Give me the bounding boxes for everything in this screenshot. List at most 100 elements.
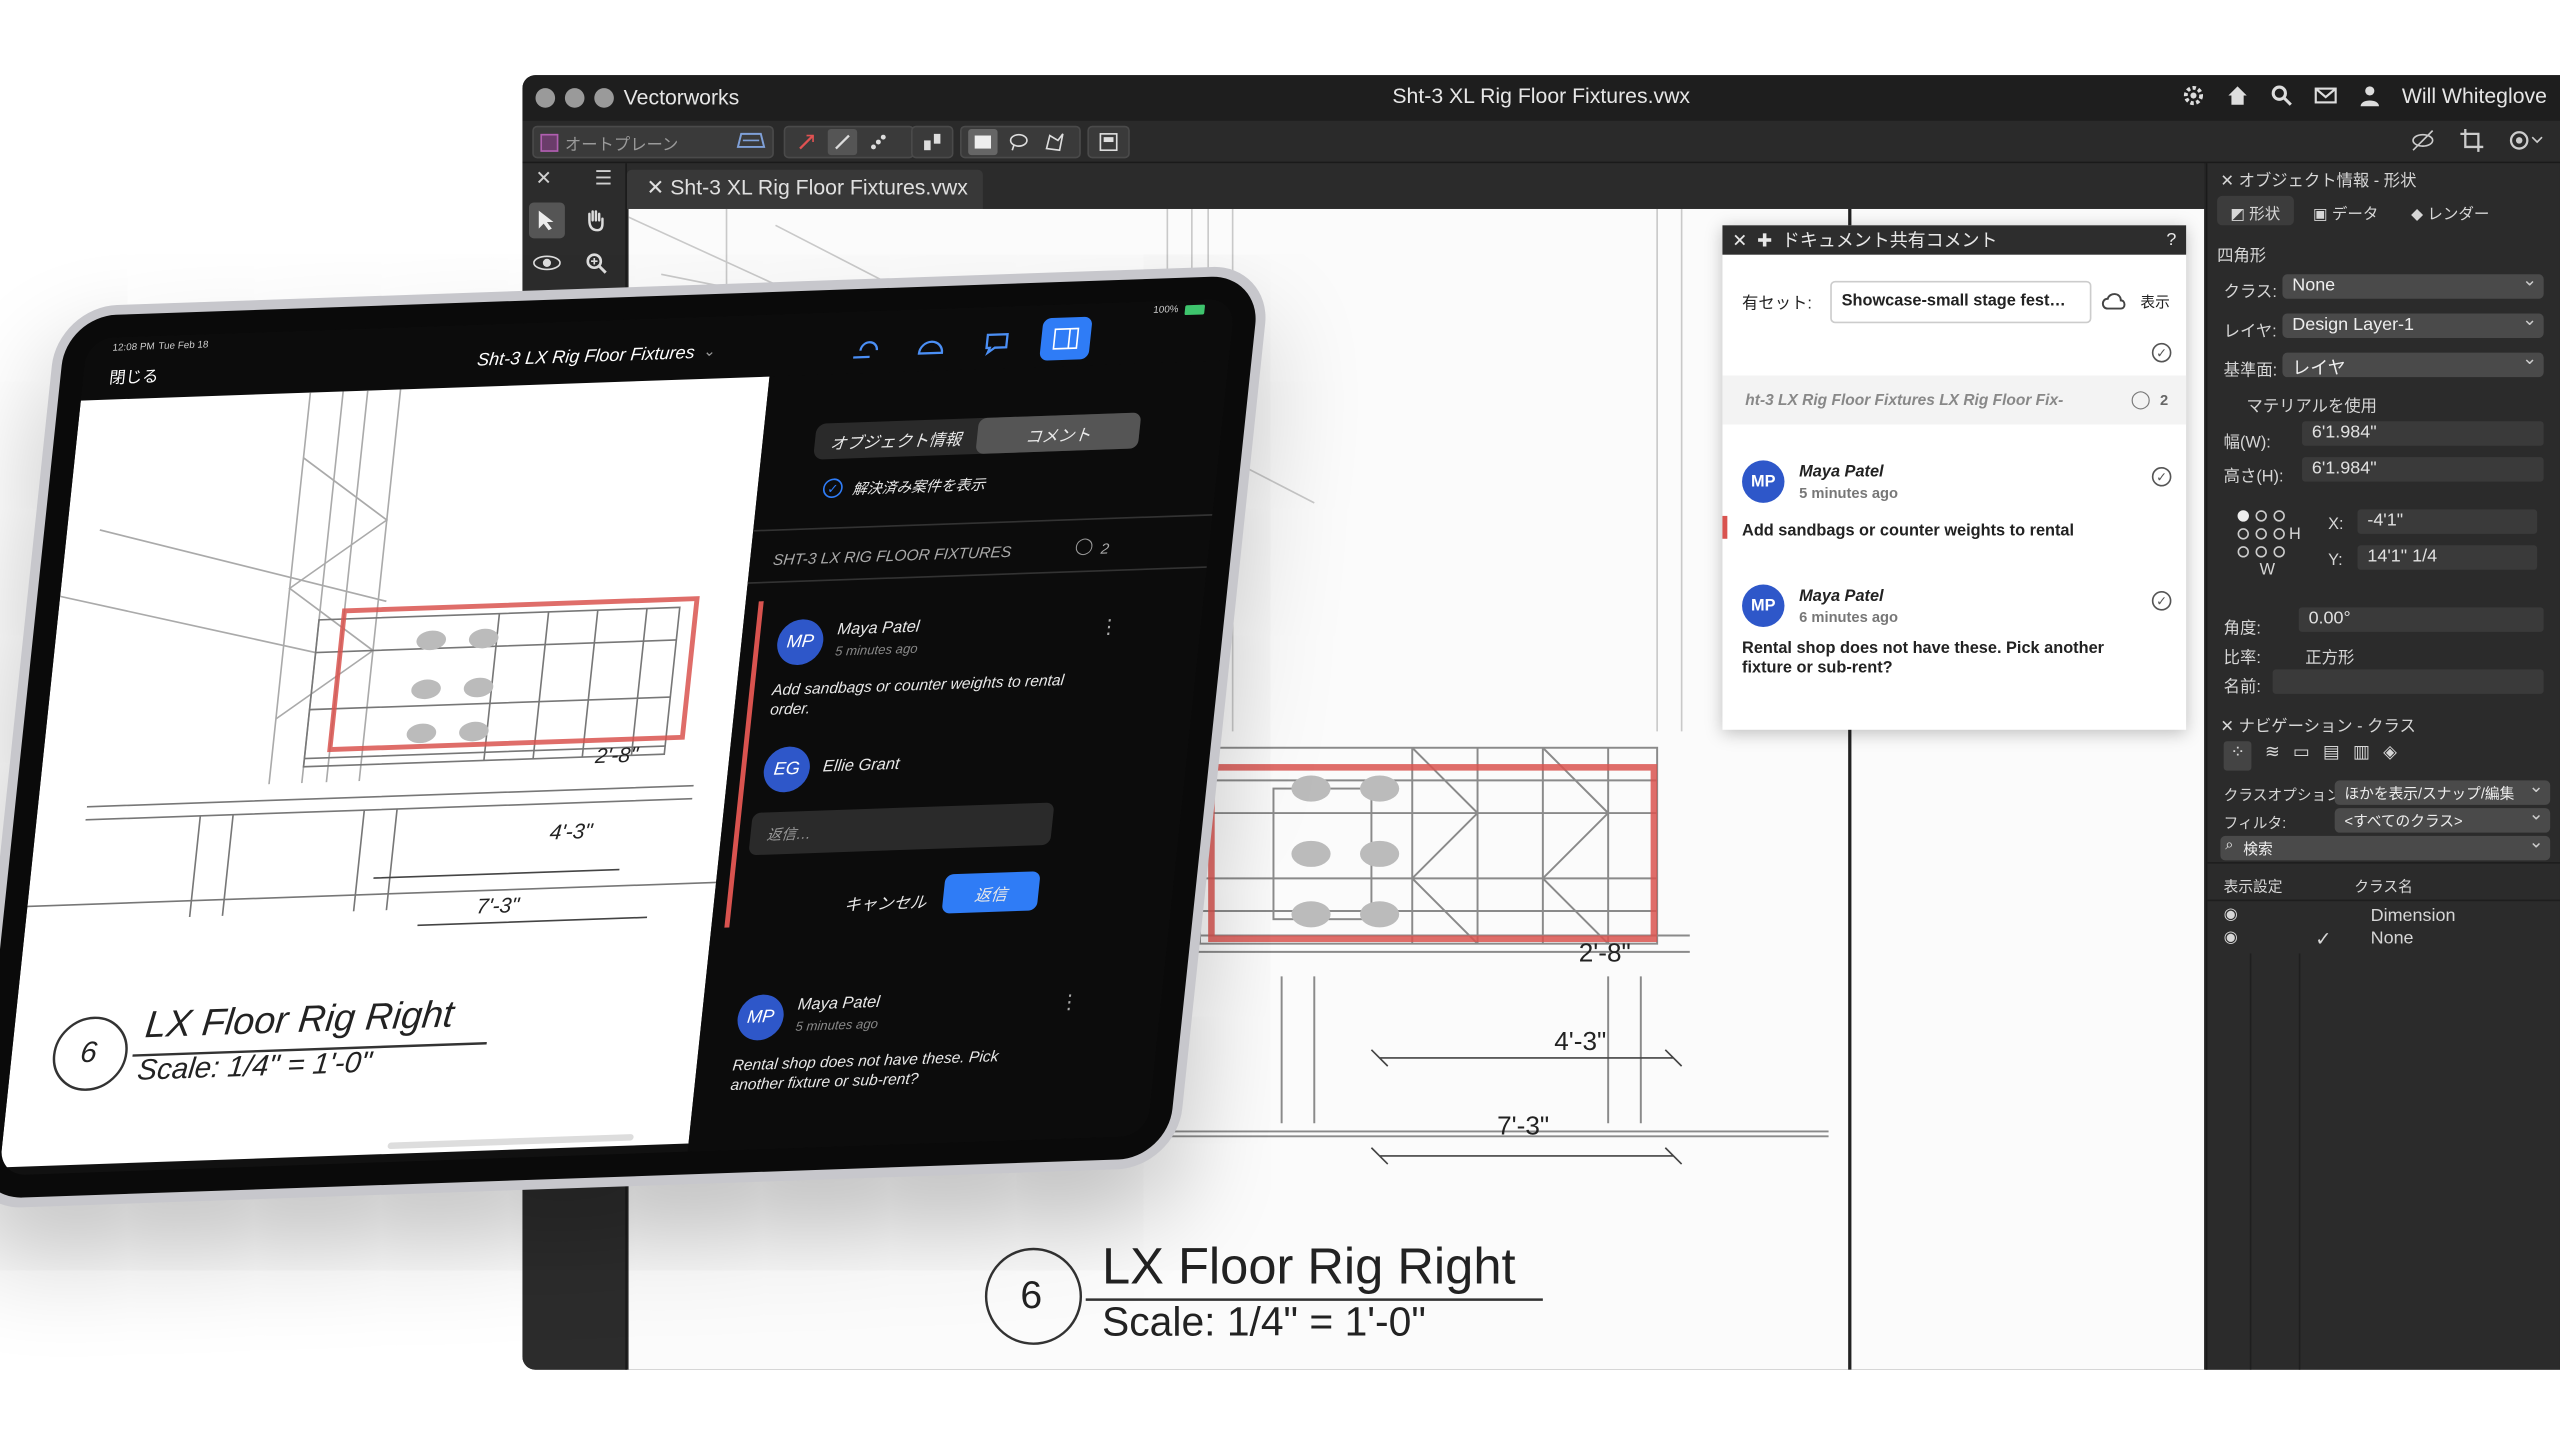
x-field[interactable]: -4'1" bbox=[2357, 509, 2538, 534]
classes-icon[interactable]: ⁘ bbox=[2223, 741, 2252, 771]
saved-views-icon[interactable]: ▥ bbox=[2353, 741, 2370, 770]
flyover-icon bbox=[533, 255, 561, 271]
eye-icon[interactable]: ◉ bbox=[2224, 906, 2238, 924]
filter-select[interactable]: <すべてのクラス> bbox=[2334, 803, 2551, 833]
tab-data[interactable]: ▣ データ bbox=[2300, 196, 2392, 225]
resolve-check-icon[interactable]: ✓ bbox=[2151, 466, 2172, 487]
planar-label[interactable]: オートプレーン bbox=[565, 130, 678, 154]
lasso-icon[interactable] bbox=[1004, 129, 1033, 155]
home-icon[interactable] bbox=[2226, 83, 2250, 107]
user-name[interactable]: Will Whiteglove bbox=[2402, 83, 2547, 107]
view-icon[interactable] bbox=[915, 331, 947, 358]
poly-select-icon[interactable] bbox=[1040, 129, 1069, 155]
send-button[interactable]: 返信 bbox=[941, 871, 1041, 914]
sheet-layers-icon[interactable]: ▭ bbox=[2293, 741, 2310, 770]
add-icon[interactable]: ✚ bbox=[1757, 229, 1772, 251]
column-divider bbox=[2298, 953, 2301, 1370]
col-classname-header[interactable]: クラス名 bbox=[2354, 875, 2412, 896]
gear-icon[interactable] bbox=[2181, 83, 2205, 107]
close-icon[interactable]: ✕ bbox=[536, 167, 552, 193]
snap-points-icon[interactable] bbox=[864, 129, 893, 155]
ipad-drawing[interactable]: 2'-8" 4'-3" 7'-3" 6 LX Floor Rig Right S… bbox=[0, 376, 770, 1168]
cancel-button[interactable]: キャンセル bbox=[843, 888, 928, 916]
snap-grid-icon[interactable] bbox=[919, 129, 945, 155]
working-plane-icon[interactable] bbox=[736, 131, 766, 152]
width-field[interactable]: 6'1.984" bbox=[2302, 421, 2544, 446]
comment-icon[interactable] bbox=[981, 329, 1013, 356]
name-field[interactable] bbox=[2272, 669, 2544, 694]
layers-icon[interactable]: ≋ bbox=[2265, 741, 2280, 770]
sidebar-toggle-button[interactable] bbox=[1039, 316, 1093, 361]
snap-line-icon[interactable] bbox=[827, 128, 858, 156]
snap-arrow-icon[interactable] bbox=[792, 129, 821, 155]
class-option-select[interactable]: ほかを表示/スナップ/編集 bbox=[2334, 776, 2551, 805]
class-search-input[interactable]: ⌕ 検索 bbox=[2220, 831, 2551, 861]
user-icon[interactable] bbox=[2358, 83, 2382, 107]
ratio-value[interactable]: 正方形 bbox=[2305, 643, 2354, 668]
height-field[interactable]: 6'1.984" bbox=[2302, 457, 2544, 482]
show-resolved-check-icon[interactable]: ✓ bbox=[821, 478, 844, 499]
layer-select[interactable]: Design Layer-1 bbox=[2282, 309, 2544, 338]
class-name: None bbox=[2370, 928, 2414, 949]
menu-icon[interactable]: ☰ bbox=[595, 167, 613, 193]
comment-time: 5 minutes ago bbox=[1799, 484, 1898, 502]
tab-render[interactable]: ◆ レンダー bbox=[2398, 196, 2502, 225]
divider bbox=[747, 566, 1207, 584]
rect-select-icon[interactable] bbox=[968, 128, 998, 156]
view-icon[interactable] bbox=[1096, 129, 1122, 155]
share-set-select[interactable]: Showcase-small stage fest… bbox=[1830, 280, 2092, 324]
show-resolved-label[interactable]: 解決済み案件を表示 bbox=[851, 473, 986, 499]
close-button[interactable]: 閉じる bbox=[108, 362, 160, 389]
col-display-header[interactable]: 表示設定 bbox=[2224, 875, 2283, 896]
visibility-off-icon[interactable] bbox=[2410, 127, 2436, 153]
render-mode-icon[interactable] bbox=[2508, 127, 2544, 153]
y-field[interactable]: 14'1" 1/4 bbox=[2357, 545, 2538, 570]
zoom-tool[interactable] bbox=[578, 245, 614, 281]
cloud-sync-icon[interactable] bbox=[2101, 292, 2127, 312]
viewports-icon[interactable]: ▤ bbox=[2323, 741, 2340, 770]
resolve-check-icon[interactable]: ✓ bbox=[2151, 591, 2172, 611]
crop-icon[interactable] bbox=[2459, 127, 2485, 153]
ipad-comment-time: 5 minutes ago bbox=[834, 641, 919, 659]
more-icon[interactable]: ⋮ bbox=[1098, 615, 1120, 639]
class-name: Dimension bbox=[2370, 906, 2456, 926]
dim-2-8: 2'-8" bbox=[1578, 940, 1631, 969]
navigation-header: ✕ ナビゲーション - クラス bbox=[2220, 712, 2415, 736]
seg-comments[interactable]: コメント bbox=[975, 412, 1142, 455]
comment-item[interactable]: MP Maya Patel 6 minutes ago ✓ Rental sho… bbox=[1722, 562, 2186, 693]
selection-tool[interactable] bbox=[528, 202, 565, 239]
angle-field[interactable]: 0.00° bbox=[2298, 607, 2544, 632]
share-set-label: 有セット: bbox=[1742, 295, 1812, 314]
pan-tool[interactable] bbox=[578, 202, 614, 238]
close-icon[interactable]: ✕ bbox=[1732, 229, 1747, 251]
dim-7-3: 7'-3" bbox=[1497, 1113, 1550, 1142]
tab-close-icon[interactable]: ✕ bbox=[647, 175, 671, 199]
mail-icon[interactable] bbox=[2314, 83, 2338, 107]
class-select[interactable]: None bbox=[2282, 269, 2544, 299]
show-label[interactable]: 表示 bbox=[2140, 291, 2169, 312]
reference-point-grid-icon[interactable] bbox=[2237, 509, 2296, 568]
comment-group-row[interactable]: ht-3 LX Rig Floor Fixtures LX Rig Floor … bbox=[1722, 375, 2187, 425]
resolve-all-check-icon[interactable]: ✓ bbox=[2151, 342, 2172, 363]
seg-object-info[interactable]: オブジェクト情報 bbox=[813, 418, 979, 460]
plane-select[interactable]: レイヤ bbox=[2282, 348, 2544, 379]
flyover-icon[interactable] bbox=[850, 334, 882, 361]
use-material-checkbox[interactable]: マテリアルを使用 bbox=[2247, 392, 2377, 416]
plane-label: 基準面: bbox=[2223, 362, 2278, 381]
class-row[interactable]: ◉ ✓ None bbox=[2207, 927, 2560, 953]
flyover-tool[interactable] bbox=[529, 245, 565, 281]
ipad-reply-input[interactable]: 返信… bbox=[748, 802, 1055, 856]
close-icon[interactable]: ✕ bbox=[2220, 718, 2238, 736]
ipad-comment-text: Rental shop does not have these. Pick an… bbox=[729, 1048, 1000, 1095]
references-icon[interactable]: ◈ bbox=[2383, 741, 2397, 770]
document-tab[interactable]: ✕ Sht-3 XL Rig Floor Fixtures.vwx bbox=[626, 169, 983, 209]
eye-icon[interactable]: ◉ bbox=[2224, 929, 2238, 947]
help-icon[interactable]: ? bbox=[2166, 230, 2176, 250]
more-icon[interactable]: ⋮ bbox=[1058, 990, 1080, 1014]
chevron-down-icon[interactable]: ⌄ bbox=[703, 343, 717, 361]
comment-item[interactable]: MP Maya Patel 5 minutes ago ✓ Add sandba… bbox=[1722, 438, 2186, 556]
search-icon[interactable] bbox=[2270, 83, 2294, 107]
tab-shape[interactable]: ◩ 形状 bbox=[2217, 195, 2294, 226]
filter-label: フィルタ: bbox=[2223, 814, 2287, 832]
close-icon[interactable]: ✕ bbox=[2220, 173, 2238, 191]
